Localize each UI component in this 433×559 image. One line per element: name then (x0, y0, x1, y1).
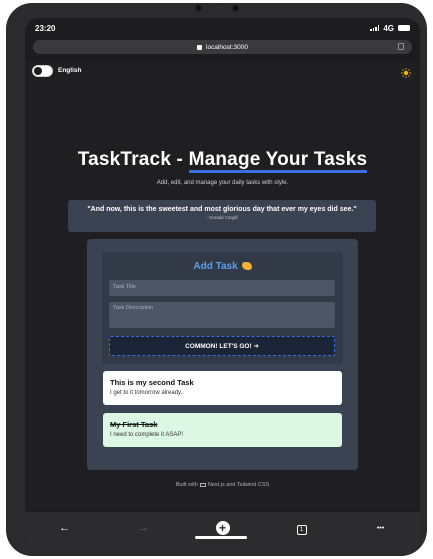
tabs-button[interactable]: 1 (292, 522, 312, 535)
share-icon[interactable] (398, 43, 404, 50)
form-title: Add Task (102, 261, 343, 272)
web-page: English TaskTrack - Manage Your Tasks Ad… (25, 60, 420, 510)
language-label: English (58, 67, 82, 74)
add-task-form: Add Task Task Title Task Description COM… (102, 252, 343, 364)
language-toggle[interactable] (32, 65, 53, 77)
laptop-icon (199, 483, 206, 487)
home-indicator[interactable] (195, 536, 247, 539)
task-title: My First Task (110, 420, 158, 429)
lock-icon (197, 44, 203, 50)
back-button[interactable]: ← (55, 522, 75, 534)
battery-icon (398, 25, 410, 31)
title-highlight: Manage Your Tasks (188, 149, 368, 173)
title-prefix: TaskTrack - (77, 149, 189, 170)
sun-icon[interactable] (401, 68, 411, 78)
task-panel: Add Task Task Title Task Description COM… (87, 239, 358, 470)
address-bar[interactable]: localhost:3000 (33, 40, 412, 54)
more-button[interactable]: ••• (371, 525, 391, 532)
url-text: localhost:3000 (206, 43, 248, 51)
status-bar: 23:20 4G (25, 18, 420, 38)
screen: 23:20 4G localhost:3000 English TaskTrac… (25, 18, 420, 550)
form-title-text: Add Task (193, 261, 238, 272)
tab-count: 1 (296, 524, 307, 535)
add-task-button[interactable]: COMMON! LET'S GO! ➜ (109, 336, 335, 356)
quote-text: "And now, this is the sweetest and most … (87, 206, 357, 213)
footer-suffix: Next.js and Tailwind CSS (207, 482, 270, 488)
footer: Built with Next.js and Tailwind CSS (25, 482, 420, 488)
forward-button[interactable]: → (134, 522, 154, 534)
task-title-input[interactable]: Task Title (109, 280, 335, 296)
task-card[interactable]: This is my second Task I get to it tomor… (103, 371, 342, 405)
page-title: TaskTrack - Manage Your Tasks (25, 149, 420, 173)
task-title: This is my second Task (110, 378, 194, 387)
footer-prefix: Built with (175, 482, 198, 488)
task-description: I get to it tomorrow already.. (110, 390, 184, 396)
task-card-completed[interactable]: My First Task I need to complete it ASAP… (103, 413, 342, 447)
quote-author: - Donald Cargill (206, 215, 238, 220)
camera-notch (195, 5, 238, 11)
tablet-frame: 23:20 4G localhost:3000 English TaskTrac… (6, 3, 427, 556)
signal-icon (370, 25, 380, 31)
task-description-input[interactable]: Task Description (109, 302, 335, 328)
status-time: 23:20 (35, 23, 56, 33)
browser-toolbar: ← → + 1 ••• (25, 512, 420, 550)
new-tab-button[interactable]: + (213, 521, 233, 535)
network-label: 4G (383, 23, 394, 33)
quote-box: "And now, this is the sweetest and most … (68, 200, 376, 232)
writing-hand-icon (241, 262, 252, 270)
task-description: I need to complete it ASAP! (110, 432, 184, 438)
page-subtitle: Add, edit, and manage your daily tasks w… (156, 180, 289, 186)
plus-icon: + (215, 521, 230, 535)
